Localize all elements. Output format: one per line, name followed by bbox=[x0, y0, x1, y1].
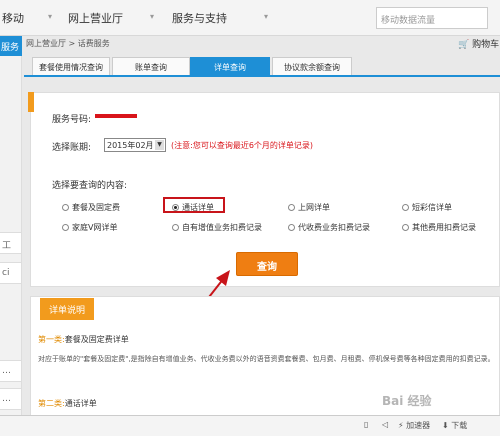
category-1-prefix: 第一类: bbox=[38, 335, 65, 344]
category-2-title: 通话详单 bbox=[64, 399, 97, 408]
accelerator-button[interactable]: ⚡ 加速器 bbox=[398, 420, 430, 431]
speaker-icon[interactable]: ◁ bbox=[382, 420, 388, 429]
category-1-heading: 第一类:套餐及固定费详单 bbox=[38, 334, 129, 345]
download-label: 下载 bbox=[451, 421, 468, 430]
phone-icon[interactable]: ▯ bbox=[364, 420, 368, 429]
category-2-heading: 第二类:通话详单 bbox=[38, 398, 97, 409]
category-2-prefix: 第二类: bbox=[38, 399, 65, 408]
category-1-description: 对应于账单的"套餐及固定费",是指除自有增值业务、代收业务费以外的语音资费套餐费… bbox=[38, 355, 495, 363]
accelerator-label: 加速器 bbox=[406, 421, 431, 430]
watermark-logo: Bai 经验 bbox=[382, 394, 432, 408]
details-tag: 详单说明 bbox=[40, 298, 94, 320]
category-1-title: 套餐及固定费详单 bbox=[64, 335, 129, 344]
download-button[interactable]: ⬇ 下载 bbox=[442, 420, 467, 431]
bottom-status-bar: ▯ ◁ ⚡ 加速器 ⬇ 下载 bbox=[0, 415, 500, 436]
